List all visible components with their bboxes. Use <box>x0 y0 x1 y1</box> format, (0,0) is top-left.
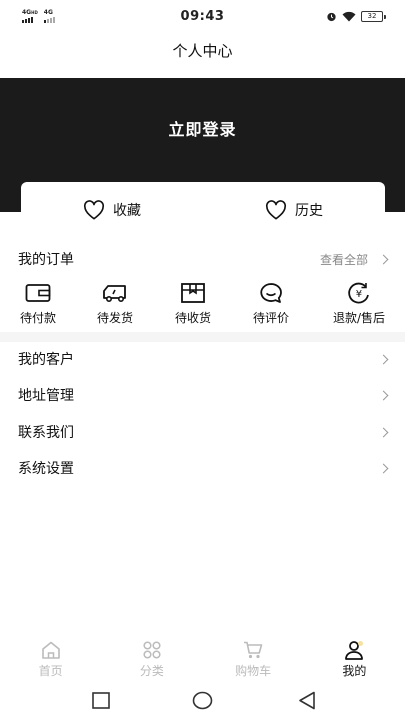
tab-mine[interactable]: 我的 <box>304 640 405 682</box>
tab-home[interactable]: 首页 <box>0 640 101 682</box>
box-icon <box>181 283 205 303</box>
order-pending-payment[interactable]: 待付款 <box>20 282 56 326</box>
menu-contact-us[interactable]: 联系我们 <box>18 417 389 447</box>
system-navigation-bar <box>0 690 405 720</box>
order-item-label: 待发货 <box>96 311 134 325</box>
menu-item-label: 系统设置 <box>18 461 74 477</box>
order-item-label: 待收货 <box>174 311 212 325</box>
tab-label: 我的 <box>342 664 367 678</box>
favorites-button[interactable]: 收藏 <box>21 182 203 230</box>
tab-label: 分类 <box>139 664 164 678</box>
login-button[interactable]: 立即登录 <box>0 116 405 140</box>
chevron-right-icon <box>378 427 389 437</box>
order-item-label: 待付款 <box>19 311 57 325</box>
menu-my-customers[interactable]: 我的客户 <box>18 344 389 374</box>
order-status-row: 待付款 待发货 待收货 待评价 ¥ 退款/售后 <box>0 282 405 328</box>
recent-apps-button[interactable] <box>92 692 110 710</box>
menu-address-management[interactable]: 地址管理 <box>18 380 389 410</box>
wifi-icon <box>342 11 356 22</box>
orders-title: 我的订单 <box>18 252 74 268</box>
chevron-right-icon <box>378 463 389 473</box>
order-item-label: 待评价 <box>252 311 290 325</box>
menu-item-label: 联系我们 <box>18 425 74 441</box>
battery-icon: 32 <box>361 11 386 22</box>
tab-category[interactable]: 分类 <box>101 640 202 682</box>
order-pending-shipment[interactable]: 待发货 <box>97 282 133 326</box>
tab-cart[interactable]: 购物车 <box>203 640 304 682</box>
favorites-label: 收藏 <box>113 203 141 219</box>
heart-icon <box>265 200 287 220</box>
grid-icon <box>143 641 161 659</box>
order-pending-review[interactable]: 待评价 <box>253 282 289 326</box>
view-all-orders-link[interactable]: 查看全部 <box>319 251 389 268</box>
quick-links-card: 收藏 历史 <box>21 182 385 230</box>
history-label: 历史 <box>295 203 323 219</box>
home-icon <box>41 641 60 659</box>
refund-icon: ¥ <box>348 282 369 304</box>
menu-system-settings[interactable]: 系统设置 <box>18 453 389 483</box>
tab-label: 购物车 <box>235 664 272 678</box>
menu-item-label: 地址管理 <box>18 388 74 404</box>
menu-item-label: 我的客户 <box>18 352 74 368</box>
orders-header: 我的订单 查看全部 <box>18 244 389 274</box>
chevron-right-icon <box>378 390 389 400</box>
cart-icon <box>244 641 263 659</box>
chevron-right-icon <box>378 254 389 264</box>
back-button[interactable] <box>298 691 316 710</box>
alarm-icon <box>327 12 336 22</box>
order-pending-receipt[interactable]: 待收货 <box>175 282 211 326</box>
user-icon <box>345 641 364 660</box>
section-divider <box>0 332 405 342</box>
status-bar: 4GHD 4G 09:43 32 <box>0 0 405 36</box>
history-button[interactable]: 历史 <box>203 182 385 230</box>
page-title: 个人中心 <box>172 42 233 60</box>
order-refund-aftersales[interactable]: ¥ 退款/售后 <box>333 282 385 326</box>
home-button[interactable] <box>192 691 213 710</box>
svg-text:¥: ¥ <box>356 289 362 300</box>
wallet-icon <box>25 284 51 302</box>
heart-icon <box>83 200 105 220</box>
chat-icon <box>260 283 282 303</box>
tab-label: 首页 <box>38 664 63 678</box>
chevron-right-icon <box>378 354 389 364</box>
bottom-tab-bar: 首页 分类 购物车 我的 <box>0 640 405 682</box>
order-item-label: 退款/售后 <box>332 311 386 325</box>
battery-level: 32 <box>367 12 377 20</box>
view-all-label: 查看全部 <box>319 252 368 267</box>
truck-icon <box>103 285 126 303</box>
